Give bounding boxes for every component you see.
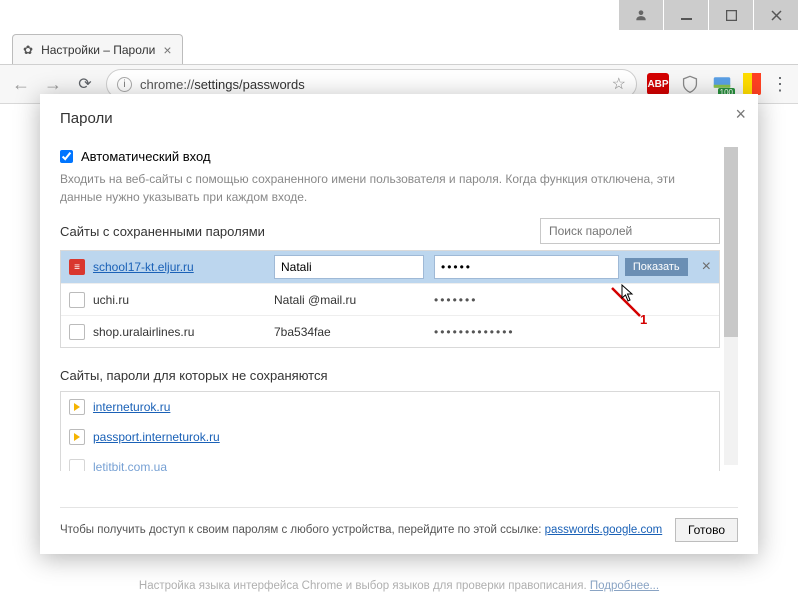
site-link[interactable]: passport.interneturok.ru: [93, 430, 220, 444]
show-password-button[interactable]: Показать: [625, 258, 688, 276]
favicon-icon: [69, 399, 85, 415]
never-saved-title: Сайты, пароли для которых не сохраняются: [60, 368, 720, 383]
site-link[interactable]: school17-kt.eljur.ru: [93, 260, 194, 274]
password-row[interactable]: shop.uralairlines.ru 7ba534fae •••••••••…: [61, 315, 719, 347]
dialog-title: Пароли: [60, 110, 738, 127]
site-text: uchi.ru: [93, 293, 129, 307]
background-hint-link[interactable]: Подробнее...: [590, 580, 659, 592]
scrollbar[interactable]: [724, 147, 738, 465]
site-link[interactable]: letitbit.com.ua: [93, 460, 167, 471]
password-dots: •••••••: [434, 293, 477, 307]
window-maximize-button[interactable]: [709, 0, 753, 30]
favicon-icon: [69, 459, 85, 471]
never-row[interactable]: interneturok.ru: [61, 392, 719, 422]
abp-extension-icon[interactable]: ABP: [647, 73, 669, 95]
dialog-close-button[interactable]: ×: [735, 104, 746, 125]
footer-link[interactable]: passwords.google.com: [545, 524, 663, 536]
saved-passwords-list: ≡ school17-kt.eljur.ru Показать ×: [60, 250, 720, 348]
password-input[interactable]: [434, 255, 619, 279]
site-info-icon[interactable]: i: [117, 77, 132, 92]
extension-badge-icon[interactable]: 100: [711, 73, 733, 95]
favicon-icon: [69, 429, 85, 445]
forward-button: →: [42, 74, 64, 95]
footer-text: Чтобы получить доступ к своим паролям с …: [60, 524, 662, 536]
reload-button[interactable]: ⟳: [74, 74, 96, 94]
window-titlebar: [0, 0, 798, 30]
done-button[interactable]: Готово: [675, 518, 738, 542]
site-link[interactable]: interneturok.ru: [93, 400, 170, 414]
never-saved-list: interneturok.ru passport.interneturok.ru…: [60, 391, 720, 471]
delete-row-button[interactable]: ×: [702, 258, 711, 276]
bookmark-star-icon[interactable]: ☆: [612, 74, 626, 94]
auto-login-checkbox[interactable]: [60, 150, 73, 163]
username-text: Natali @mail.ru: [274, 293, 424, 307]
gear-icon: ✿: [23, 43, 33, 57]
site-text: shop.uralairlines.ru: [93, 325, 194, 339]
favicon-icon: [69, 324, 85, 340]
username-input[interactable]: [274, 255, 424, 279]
user-icon[interactable]: [619, 0, 663, 30]
username-text: 7ba534fae: [274, 325, 424, 339]
window-close-button[interactable]: [754, 0, 798, 30]
auto-login-hint: Входить на веб-сайты с помощью сохраненн…: [60, 170, 720, 206]
never-row[interactable]: passport.interneturok.ru: [61, 422, 719, 452]
passwords-dialog: × Пароли Автоматический вход Входить на …: [40, 94, 758, 554]
never-row[interactable]: letitbit.com.ua: [61, 452, 719, 471]
favicon-icon: ≡: [69, 259, 85, 275]
search-passwords-input[interactable]: [540, 218, 720, 244]
tab-settings-passwords[interactable]: ✿ Настройки – Пароли ×: [12, 34, 183, 64]
tab-close-icon[interactable]: ×: [163, 42, 171, 58]
url-scheme: chrome://settings/passwords: [140, 77, 305, 92]
password-row[interactable]: uchi.ru Natali @mail.ru •••••••: [61, 283, 719, 315]
back-button[interactable]: ←: [10, 74, 32, 95]
favicon-icon: [69, 292, 85, 308]
auto-login-label: Автоматический вход: [81, 149, 211, 164]
shield-extension-icon[interactable]: [679, 73, 701, 95]
background-hint: Настройка языка интерфейса Chrome и выбо…: [0, 580, 798, 592]
window-minimize-button[interactable]: [664, 0, 708, 30]
password-row[interactable]: ≡ school17-kt.eljur.ru Показать ×: [61, 251, 719, 283]
bookmark-flag-icon[interactable]: [743, 73, 761, 95]
scrollbar-thumb[interactable]: [724, 147, 738, 337]
password-dots: •••••••••••••: [434, 325, 515, 339]
menu-button[interactable]: ⋮: [771, 74, 788, 95]
tab-strip: ✿ Настройки – Пароли ×: [0, 30, 798, 64]
saved-passwords-title: Сайты с сохраненными паролями: [60, 224, 265, 239]
tab-title: Настройки – Пароли: [41, 43, 155, 57]
